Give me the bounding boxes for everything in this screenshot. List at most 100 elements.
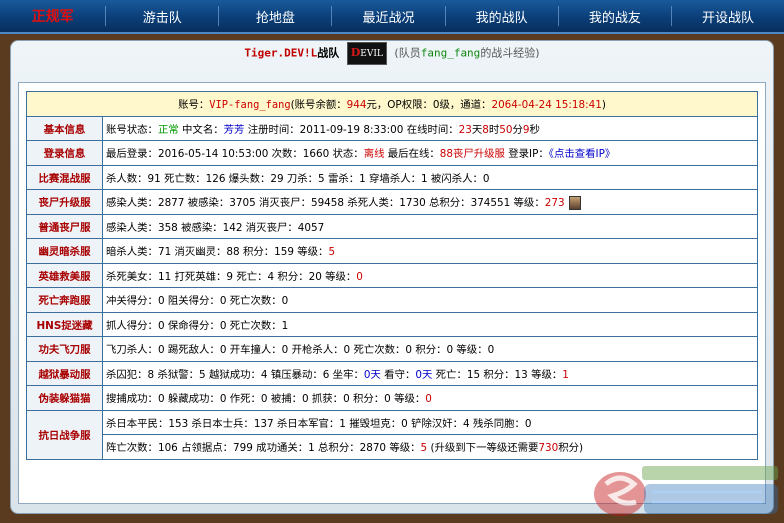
row-value: 暗杀人类：71 消灭幽灵：88 积分：159 等级：5 xyxy=(102,238,758,264)
member-name[interactable]: fang_fang xyxy=(421,47,481,60)
row-value: 杀日本平民：153 杀日本士兵：137 杀日本军官：1 摧毁坦克：0 铲除汉奸：… xyxy=(102,409,758,435)
stat-text: 死亡：15 积分：13 等级： xyxy=(432,368,563,381)
row-value: 搜捕成功：0 躲藏成功：0 作死：0 被捕：0 抓获：0 积分：0 等级：0 xyxy=(102,385,758,411)
team-name[interactable]: Tiger.DEV!L xyxy=(244,47,317,60)
row-label: 功夫飞刀服 xyxy=(26,336,103,362)
row-label: 丧尸升级服 xyxy=(26,189,103,215)
stat-text: 暗杀人类：71 消灭幽灵：88 积分：159 等级： xyxy=(106,246,329,259)
stats-table: 账号：VIP-fang_fang(账号余额：944元，OP权限：0级，通道：20… xyxy=(26,91,758,460)
stat-text: 23 xyxy=(458,123,472,136)
team-header: Tiger.DEV!L战队 DEVIL (队员fang_fang的战斗经验) xyxy=(0,42,784,65)
stat-text: 阵亡次数：106 占领据点：799 成功通关：1 总积分：2870 等级： xyxy=(106,442,421,455)
stat-text: 看守： xyxy=(380,368,416,381)
stat-text: 50 xyxy=(499,123,513,136)
stat-text: 0 xyxy=(425,393,432,406)
stats-row-death-run-server: 死亡奔跑服 冲关得分：0 阻关得分：0 死亡次数：0 xyxy=(26,287,758,313)
stat-text: 登录IP： xyxy=(504,148,549,161)
stat-text: 0天 xyxy=(363,368,381,381)
stat-text: 730 xyxy=(538,442,559,455)
stats-row-antiwar-server-2: 阵亡次数：106 占领据点：799 成功通关：1 总积分：2870 等级：5 (… xyxy=(27,434,758,460)
stat-text[interactable]: 《点击查看IP》 xyxy=(549,148,615,160)
stat-text: 抓人得分：0 保命得分：0 死亡次数：1 xyxy=(106,319,289,332)
nav-guerrilla[interactable]: 游击队 xyxy=(106,7,218,26)
stats-row-match-server: 比赛混战服 杀人数：91 死亡数：126 爆头数：29 刀杀：5 雷杀：1 穿墙杀… xyxy=(26,164,758,190)
stat-text: 芳芳 xyxy=(223,123,245,136)
row-value: 杀囚犯：8 杀狱警：5 越狱成功：4 镇压暴动：6 坐牢：0天 看守：0天 死亡… xyxy=(102,360,758,386)
player-avatar xyxy=(568,195,581,210)
account-balance: 944 xyxy=(346,99,367,112)
stats-row-kungfu-knife-server: 功夫飞刀服 飞刀杀人：0 踢死敌人：0 开车撞人：0 开枪杀人：0 死亡次数：0 … xyxy=(26,336,758,362)
stat-text: 杀人数：91 死亡数：126 爆头数：29 刀杀：5 雷杀：1 穿墙杀人：1 被… xyxy=(106,172,490,185)
stat-text: 5 xyxy=(328,246,336,259)
stat-text: 最后登录：2016-05-14 10:53:00 次数：1660 状态： xyxy=(106,148,364,161)
row-value: 感染人类：358 被感染：142 消灭丧尸：4057 xyxy=(102,213,758,239)
account-id: VIP-fang_fang xyxy=(209,99,291,112)
stats-row-zombie-normal-server: 普通丧尸服 感染人类：358 被感染：142 消灭丧尸：4057 xyxy=(26,213,758,239)
stat-text: 8 xyxy=(482,123,489,136)
brand-link[interactable]: 正规军 xyxy=(0,6,105,26)
stat-text: 飞刀杀人：0 踢死敌人：0 开车撞人：0 开枪杀人：0 死亡次数：0 积分：0 … xyxy=(106,344,495,357)
row-label: 基本信息 xyxy=(26,115,103,141)
stat-text: 88丧尸升级服 xyxy=(439,148,505,161)
stat-text: 积分) xyxy=(558,442,584,455)
row-label: 越狱暴动服 xyxy=(26,360,103,386)
nav-recent-battles[interactable]: 最近战况 xyxy=(332,7,444,26)
stat-text: 9 xyxy=(522,123,530,136)
row-label: 比赛混战服 xyxy=(26,164,103,190)
team-name-suffix: 战队 xyxy=(317,46,340,60)
stat-text: 正常 xyxy=(157,123,179,136)
row-value: 杀人数：91 死亡数：126 爆头数：29 刀杀：5 雷杀：1 穿墙杀人：1 被… xyxy=(102,164,758,190)
top-nav: 正规军 游击队 抢地盘 最近战况 我的战队 我的战友 开设战队 xyxy=(0,0,784,34)
stats-row-login-info: 登录信息 最后登录：2016-05-14 10:53:00 次数：1660 状态：… xyxy=(26,140,758,166)
stat-text: 账号状态： xyxy=(106,123,158,136)
row-label: 死亡奔跑服 xyxy=(26,287,103,313)
stat-text: 杀死美女：11 打死英雄：9 死亡：4 积分：20 等级： xyxy=(106,270,357,283)
stat-text: 天 xyxy=(471,123,483,136)
stats-row-antiwar-server: 抗日战争服 杀日本平民：153 杀日本士兵：137 杀日本军官：1 摧毁坦克：0 … xyxy=(26,409,758,460)
stat-text: 感染人类：2877 被感染：3705 消灭丧尸：59458 杀死人类：1730 … xyxy=(106,196,545,209)
row-label: 抗日战争服 xyxy=(26,409,103,460)
row-label: 伪装躲猫猫 xyxy=(26,385,103,411)
row-value: 感染人类：2877 被感染：3705 消灭丧尸：59458 杀死人类：1730 … xyxy=(102,189,758,215)
stat-text: 搜捕成功：0 躲藏成功：0 作死：0 被捕：0 抓获：0 积分：0 等级： xyxy=(106,393,426,406)
stats-row-hero-rescue-server: 英雄救美服 杀死美女：11 打死英雄：9 死亡：4 积分：20 等级：0 xyxy=(26,262,758,288)
row-value: 飞刀杀人：0 踢死敌人：0 开车撞人：0 开枪杀人：0 死亡次数：0 积分：0 … xyxy=(102,336,758,362)
row-value: 阵亡次数：106 占领据点：799 成功通关：1 总积分：2870 等级：5 (… xyxy=(102,434,758,460)
stat-text: 时 xyxy=(488,123,500,136)
account-cell: 账号：VIP-fang_fang(账号余额：944元，OP权限：0级，通道：20… xyxy=(26,91,758,117)
stat-text: 最后在线： xyxy=(384,148,440,161)
nav-territory[interactable]: 抢地盘 xyxy=(219,7,331,26)
stats-row-hide-seek-server: 伪装躲猫猫 搜捕成功：0 躲藏成功：0 作死：0 被捕：0 抓获：0 积分：0 等… xyxy=(26,385,758,411)
nav-create-team[interactable]: 开设战队 xyxy=(672,7,784,26)
stat-text: 注册时间：2011-09-19 8:33:00 在线时间： xyxy=(244,123,459,136)
team-logo: DEVIL xyxy=(346,42,387,65)
row-value: 杀死美女：11 打死英雄：9 死亡：4 积分：20 等级：0 xyxy=(102,262,758,288)
stat-text: (升级到下一等级还需要 xyxy=(427,442,539,455)
row-label: HNS捉迷藏 xyxy=(26,311,103,337)
site-watermark-logo xyxy=(594,466,778,516)
stat-text: 0 xyxy=(356,270,363,283)
nav-my-teammates[interactable]: 我的战友 xyxy=(559,7,671,26)
stat-text: 杀日本平民：153 杀日本士兵：137 杀日本军官：1 摧毁坦克：0 铲除汉奸：… xyxy=(106,417,532,430)
stats-row-zombie-upgrade-server: 丧尸升级服 感染人类：2877 被感染：3705 消灭丧尸：59458 杀死人类：… xyxy=(26,189,758,215)
row-value: 抓人得分：0 保命得分：0 死亡次数：1 xyxy=(102,311,758,337)
stats-row-basic-info: 基本信息 账号状态：正常 中文名：芳芳 注册时间：2011-09-19 8:33:… xyxy=(26,115,758,141)
row-value: 账号状态：正常 中文名：芳芳 注册时间：2011-09-19 8:33:00 在… xyxy=(102,115,758,141)
row-value: 最后登录：2016-05-14 10:53:00 次数：1660 状态：离线 最… xyxy=(102,140,758,166)
op-level: 0级 xyxy=(432,99,450,112)
stat-text: 0天 xyxy=(415,368,433,381)
row-label: 登录信息 xyxy=(26,140,103,166)
channel-date: 2064-04-24 15:18:41 xyxy=(491,99,602,112)
stats-row-ghost-assassin-server: 幽灵暗杀服 暗杀人类：71 消灭幽灵：88 积分：159 等级：5 xyxy=(26,238,758,264)
stat-text: 感染人类：358 被感染：142 消灭丧尸：4057 xyxy=(106,221,325,234)
row-value: 冲关得分：0 阻关得分：0 死亡次数：0 xyxy=(102,287,758,313)
stat-text: 中文名： xyxy=(178,123,224,136)
account-row: 账号：VIP-fang_fang(账号余额：944元，OP权限：0级，通道：20… xyxy=(26,91,758,117)
stat-text: 冲关得分：0 阻关得分：0 死亡次数：0 xyxy=(106,295,289,308)
row-label: 幽灵暗杀服 xyxy=(26,238,103,264)
stat-text: 1 xyxy=(562,368,569,381)
row-label: 英雄救美服 xyxy=(26,262,103,288)
stat-text: 273 xyxy=(544,196,565,209)
nav-my-team[interactable]: 我的战队 xyxy=(446,7,558,26)
stat-text: 秒 xyxy=(529,123,540,136)
